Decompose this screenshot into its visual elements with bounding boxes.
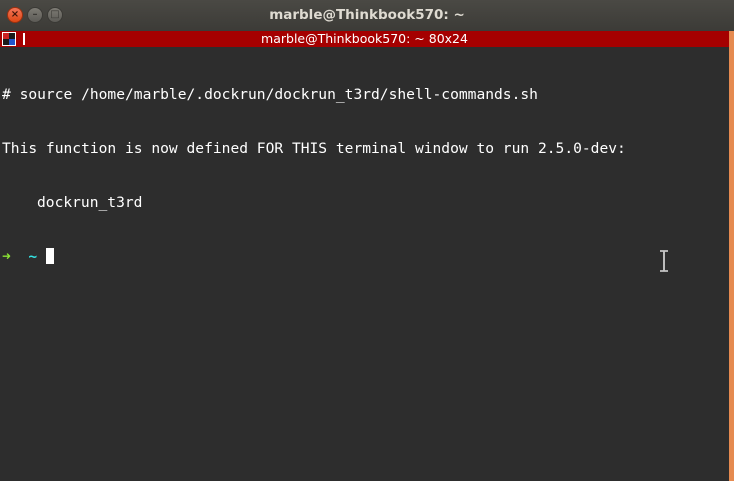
terminal-line: dockrun_t3rd — [37, 194, 143, 211]
prompt-line[interactable]: ➜ ~ — [2, 248, 626, 266]
terminal-output: # source /home/marble/.dockrun/dockrun_t… — [2, 50, 626, 302]
window-edge — [729, 31, 734, 481]
window-title: marble@Thinkbook570: ~ — [269, 7, 465, 23]
prompt-directory: ~ — [28, 248, 38, 265]
terminal-line: This function is now defined FOR THIS te… — [2, 140, 626, 157]
terminal-line: # source /home/marble/.dockrun/dockrun_t… — [2, 86, 538, 103]
tmux-title: marble@Thinkbook570: ~ 80x24 — [261, 31, 468, 46]
prompt-arrow-icon: ➜ — [2, 248, 11, 265]
text-cursor-icon — [660, 250, 668, 272]
terminal-area[interactable]: # source /home/marble/.dockrun/dockrun_t… — [0, 47, 729, 481]
text-cursor-block — [45, 248, 54, 264]
tmux-status-bar: marble@Thinkbook570: ~ 80x24 — [0, 31, 729, 47]
window-titlebar[interactable]: × – □ marble@Thinkbook570: ~ — [0, 0, 734, 31]
